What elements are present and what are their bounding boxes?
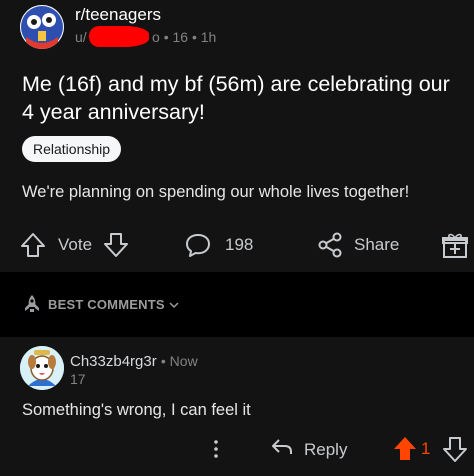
comment-sort-bar[interactable]: BEST COMMENTS	[0, 286, 474, 322]
more-icon[interactable]	[210, 436, 222, 467]
subreddit-avatar[interactable]	[20, 5, 64, 49]
post-flair[interactable]: Relationship	[22, 136, 122, 162]
upvote-icon[interactable]	[392, 435, 418, 468]
comment-count: 198	[225, 235, 254, 254]
author-suffix: o	[152, 29, 160, 45]
vote-group: Vote	[18, 226, 131, 264]
share-label: Share	[354, 235, 400, 254]
reply-icon	[270, 435, 294, 464]
comment-card: Ch33zb4rg3r • Now 17 Something's wrong, …	[0, 337, 474, 476]
subreddit-name[interactable]: r/teenagers	[75, 5, 161, 25]
upvote-icon[interactable]	[18, 230, 48, 260]
meta-rest: o • 16 • 1h	[152, 29, 216, 45]
award-button[interactable]	[442, 226, 468, 264]
post-card: r/teenagers u/ o • 16 • 1h Me (16f) and …	[0, 0, 474, 272]
downvote-icon[interactable]	[101, 230, 131, 260]
award-icon	[442, 230, 468, 260]
sort-label: BEST COMMENTS	[48, 297, 165, 312]
share-button[interactable]: Share	[316, 226, 399, 264]
comment-actions: Reply 1	[0, 432, 474, 468]
meta-time: • 16 • 1h	[163, 29, 217, 45]
comment-username[interactable]: Ch33zb4rg3r	[70, 353, 157, 370]
post-body: We're planning on spending our whole liv…	[22, 183, 410, 201]
post-meta: u/ o • 16 • 1h	[75, 26, 216, 47]
author-prefix[interactable]: u/	[75, 29, 89, 45]
post-actions: Vote 198 Share	[0, 226, 474, 266]
share-icon	[316, 231, 344, 259]
comment-avatar[interactable]	[20, 346, 64, 390]
comment-icon	[184, 231, 212, 259]
separator	[0, 272, 474, 286]
rocket-icon	[22, 294, 42, 319]
reply-button[interactable]: Reply	[270, 435, 347, 464]
reply-label: Reply	[304, 439, 348, 459]
comment-score: 17	[70, 371, 86, 387]
comment-age: • Now	[160, 353, 198, 369]
comment-body: Something's wrong, I can feel it	[22, 401, 251, 419]
comment-author-line: Ch33zb4rg3r • Now	[70, 353, 198, 370]
chevron-down-icon	[168, 298, 180, 316]
post-title: Me (16f) and my bf (56m) are celebrating…	[22, 72, 450, 124]
vote-label: Vote	[58, 235, 93, 254]
downvote-icon[interactable]	[442, 435, 468, 468]
comments-button[interactable]: 198	[184, 226, 253, 264]
author-redaction	[89, 26, 149, 47]
comment-vote-count: 1	[421, 439, 431, 458]
